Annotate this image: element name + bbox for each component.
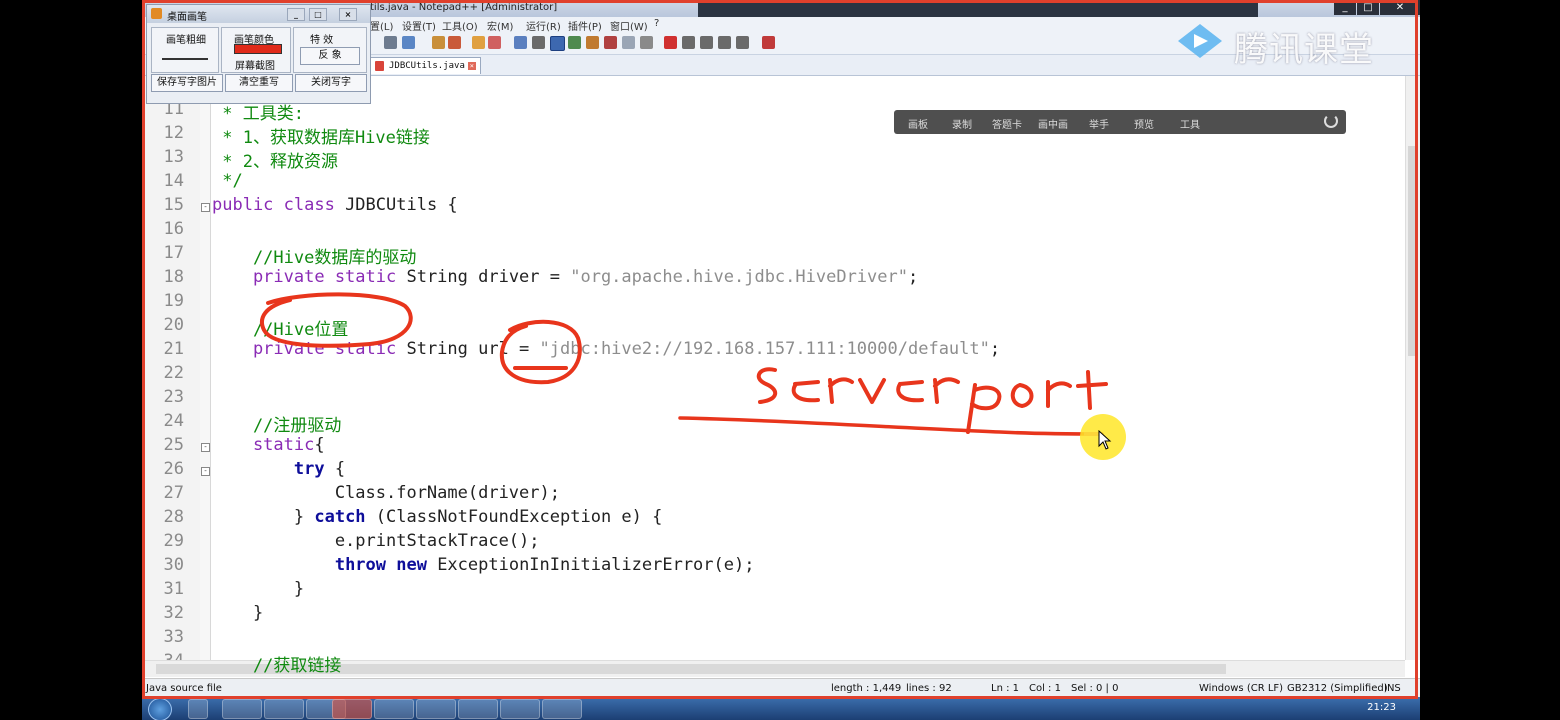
mouse-pointer-icon	[1098, 430, 1112, 450]
circle-hive-comment	[260, 292, 413, 348]
handwritten-server	[756, 367, 960, 404]
long-underline	[678, 416, 1104, 436]
circle-url	[499, 319, 582, 385]
handwriting-annotations	[260, 292, 1108, 436]
